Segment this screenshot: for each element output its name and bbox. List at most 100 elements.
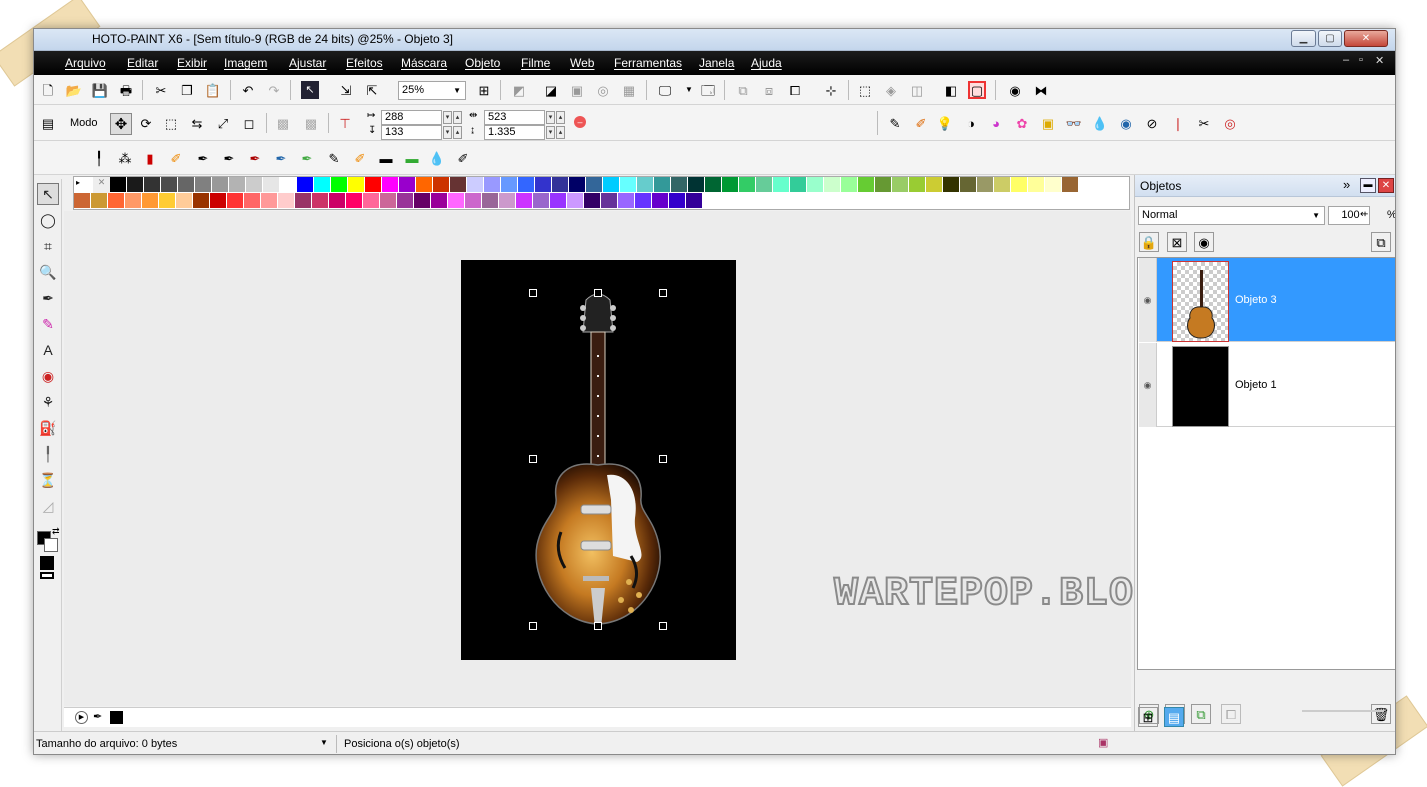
selection-handle-tr[interactable] [659,289,667,297]
palette-swatch[interactable] [465,193,482,209]
palette-swatch[interactable] [686,193,703,209]
eraser-tool-icon[interactable]: ✎ [37,313,59,335]
palette-swatch[interactable] [178,177,195,193]
height-spin-up[interactable]: ▴ [556,126,565,139]
palette-swatch[interactable] [397,193,414,209]
undo-icon[interactable]: ↶ [239,81,257,99]
paint-tool-15-icon[interactable]: ✐ [454,149,472,167]
palette-swatch[interactable] [618,193,635,209]
move-mode-icon[interactable]: ✥ [110,113,132,135]
palette-swatch[interactable] [261,193,278,209]
paint-tool-7-icon[interactable]: ✒ [246,149,264,167]
anchor-icon[interactable]: ⊤ [336,114,354,132]
swap-colors-icon[interactable]: ⇄ [52,526,60,537]
palette-swatch[interactable] [144,177,161,193]
object-icon-2[interactable]: ⧈ [760,81,778,99]
palette-swatch[interactable] [195,177,212,193]
palette-swatch[interactable] [246,177,263,193]
effect-fire-icon[interactable]: ✐ [912,114,930,132]
menu-janela[interactable]: Janela [699,56,734,70]
effect-brush-icon[interactable]: ✎ [886,114,904,132]
palette-swatch[interactable] [467,177,484,193]
palette-swatch[interactable] [518,177,535,193]
doc-minimize-icon[interactable]: – [1343,54,1349,66]
cut-icon[interactable]: ✂ [152,81,170,99]
palette-swatch[interactable] [484,177,501,193]
effect-contrast-icon[interactable]: ◑ [962,114,980,132]
palette-swatch[interactable] [278,193,295,209]
doc-close-icon[interactable]: ✕ [1375,54,1384,67]
palette-swatch[interactable] [312,193,329,209]
redeye-tool-icon[interactable]: ◉ [37,365,59,387]
blend-mode-select[interactable]: Normal ▼ [1138,206,1325,225]
palette-swatch[interactable] [414,193,431,209]
palette-swatch[interactable] [669,193,686,209]
palette-swatch[interactable] [943,177,960,193]
palette-swatch[interactable] [161,177,178,193]
eyedropper-tool-icon[interactable]: ✒ [37,287,59,309]
shape-tool-icon[interactable]: ◿ [37,495,59,517]
import-icon[interactable]: ⇲ [337,81,355,99]
object-icon-4[interactable]: ⊹ [822,81,840,99]
palette-swatch[interactable] [416,177,433,193]
combine-objects-icon[interactable]: ⧠ [1221,704,1241,724]
palette-swatch[interactable] [346,193,363,209]
status-dropdown-icon[interactable]: ▼ [320,738,328,747]
palette-swatch[interactable] [108,193,125,209]
paint-tool-4-icon[interactable]: ✐ [167,149,185,167]
maximize-button[interactable]: ▢ [1318,30,1342,47]
object-icon-11[interactable]: ⧓ [1032,81,1050,99]
palette-swatch[interactable] [584,193,601,209]
effect-tool-icon[interactable]: ⏳ [37,469,59,491]
palette-swatch[interactable] [176,193,193,209]
save-icon[interactable]: 💾 [91,81,109,99]
menu-arquivo[interactable]: Arquivo [65,56,106,70]
delete-object-icon[interactable]: 🗑 [1371,704,1391,724]
fill-tool-icon[interactable]: ⛽ [37,417,59,439]
apply-icon[interactable]: ▩ [302,114,320,132]
minimize-button[interactable]: ▁ [1291,30,1316,47]
palette-swatch[interactable] [535,177,552,193]
width-spin[interactable]: ▾ [546,111,555,124]
lasso-tool-icon[interactable]: ◯ [37,209,59,231]
palette-swatch[interactable] [722,177,739,193]
menu-ajuda[interactable]: Ajuda [751,56,782,70]
object-icon-7[interactable]: ◫ [908,81,926,99]
palette-swatch[interactable] [295,193,312,209]
paint-tool-1-icon[interactable]: ╿ [90,149,108,167]
scale-mode-icon[interactable]: ⬚ [162,114,180,132]
document-canvas[interactable] [461,260,736,660]
export-icon[interactable]: ⇱ [363,81,381,99]
pick-tool-icon[interactable]: ↖ [37,183,59,205]
width-spin-up[interactable]: ▴ [556,111,565,124]
brush-tool-icon[interactable]: ╿ [37,443,59,465]
palette-swatch[interactable] [382,177,399,193]
palette-swatch[interactable] [431,193,448,209]
effect-sphere-icon[interactable]: ⊘ [1143,114,1161,132]
doc-restore-icon[interactable]: ▫ [1359,54,1363,66]
palette-swatch[interactable] [552,177,569,193]
visibility-eye-icon[interactable]: ◉ [1139,343,1157,427]
close-button[interactable]: ✕ [1344,30,1388,47]
menu-web[interactable]: Web [570,56,594,70]
palette-swatch[interactable] [875,177,892,193]
palette-swatch[interactable] [229,177,246,193]
effect-tube-icon[interactable]: ❘ [1169,114,1187,132]
palette-swatch[interactable] [858,177,875,193]
palette-swatch[interactable] [516,193,533,209]
palette-swatch[interactable] [501,177,518,193]
selection-handle-tl[interactable] [529,289,537,297]
palette-swatch[interactable] [994,177,1011,193]
x-position-field[interactable]: 288 [381,110,442,125]
palette-swatch[interactable] [433,177,450,193]
palette-swatch[interactable] [977,177,994,193]
palette-swatch[interactable] [841,177,858,193]
palette-swatch[interactable] [909,177,926,193]
effect-color-wheel-icon[interactable]: ◕ [987,114,1005,132]
object-icon-5[interactable]: ⬚ [856,81,874,99]
palette-swatch[interactable] [348,177,365,193]
menu-editar[interactable]: Editar [127,56,158,70]
palette-swatch[interactable] [142,193,159,209]
paint-tool-13-icon[interactable]: ▬ [403,149,421,167]
palette-swatch[interactable] [365,177,382,193]
